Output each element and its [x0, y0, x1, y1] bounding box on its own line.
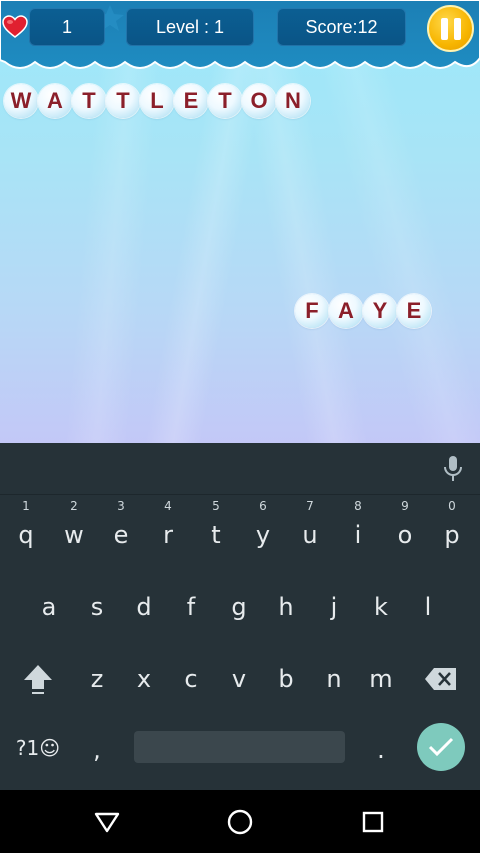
enter-key[interactable]: [417, 723, 465, 771]
key-s[interactable]: s: [77, 593, 117, 621]
back-triangle-icon: [94, 812, 120, 833]
lives-value: 1: [61, 16, 72, 37]
letter-bubble: T: [208, 84, 242, 118]
key-k[interactable]: k: [361, 593, 401, 621]
key-o[interactable]: 9o: [385, 499, 425, 549]
key-p[interactable]: 0p: [432, 499, 472, 549]
key-a[interactable]: a: [29, 593, 69, 621]
android-nav-bar: [0, 790, 480, 853]
letter-bubble: A: [329, 294, 363, 328]
key-j[interactable]: j: [314, 593, 354, 621]
key-m[interactable]: m: [361, 665, 401, 693]
microphone-icon[interactable]: [443, 455, 463, 483]
backspace-icon[interactable]: [424, 667, 458, 691]
key-n[interactable]: n: [314, 665, 354, 693]
pause-button[interactable]: [427, 5, 474, 52]
key-b[interactable]: b: [266, 665, 306, 693]
letter-bubble: L: [140, 84, 174, 118]
key-d[interactable]: d: [124, 593, 164, 621]
falling-word-2: F A Y E: [295, 294, 431, 328]
hud-bar: 1 Level : 1 Score:12: [0, 0, 480, 76]
score-panel: Score:12: [277, 8, 406, 46]
symbols-key[interactable]: ?1☺: [10, 736, 66, 760]
game-area[interactable]: 1 Level : 1 Score:12 W A T T L E T O N F…: [0, 0, 480, 443]
shift-icon[interactable]: [22, 663, 54, 697]
suggestion-strip: [0, 443, 480, 495]
key-c[interactable]: c: [171, 665, 211, 693]
letter-bubble: O: [242, 84, 276, 118]
key-v[interactable]: v: [219, 665, 259, 693]
letter-bubble: W: [4, 84, 38, 118]
comma-key[interactable]: ,: [77, 736, 117, 764]
key-x[interactable]: x: [124, 665, 164, 693]
key-f[interactable]: f: [171, 593, 211, 621]
pause-icon: [440, 17, 448, 40]
heart-icon: [2, 15, 28, 38]
recents-button[interactable]: [357, 806, 389, 838]
letter-bubble: T: [106, 84, 140, 118]
level-label: Level : 1: [155, 16, 225, 37]
check-icon: [428, 737, 454, 757]
key-e[interactable]: 3e: [101, 499, 141, 549]
letter-bubble: Y: [363, 294, 397, 328]
key-r[interactable]: 4r: [148, 499, 188, 549]
key-q[interactable]: 1q: [6, 499, 46, 549]
key-h[interactable]: h: [266, 593, 306, 621]
recents-square-icon: [362, 811, 384, 833]
letter-bubble: T: [72, 84, 106, 118]
lives-counter: 1: [29, 8, 105, 46]
falling-word-1: W A T T L E T O N: [4, 84, 310, 118]
home-button[interactable]: [224, 806, 256, 838]
letter-bubble: E: [397, 294, 431, 328]
key-t[interactable]: 5t: [196, 499, 236, 549]
level-panel: Level : 1: [126, 8, 254, 46]
letter-bubble: A: [38, 84, 72, 118]
space-bar[interactable]: [134, 731, 345, 763]
letter-bubble: N: [276, 84, 310, 118]
key-l[interactable]: l: [408, 593, 448, 621]
key-g[interactable]: g: [219, 593, 259, 621]
key-w[interactable]: 2w: [54, 499, 94, 549]
letter-bubble: F: [295, 294, 329, 328]
soft-keyboard: 1q 2w 3e 4r 5t 6y 7u 8i 9o 0p a s d f g …: [0, 443, 480, 790]
period-key[interactable]: .: [361, 736, 401, 764]
key-i[interactable]: 8i: [338, 499, 378, 549]
home-circle-icon: [227, 809, 253, 835]
letter-bubble: E: [174, 84, 208, 118]
score-label: Score:12: [305, 16, 378, 37]
back-button[interactable]: [91, 806, 123, 838]
key-u[interactable]: 7u: [290, 499, 330, 549]
key-z[interactable]: z: [77, 665, 117, 693]
key-y[interactable]: 6y: [243, 499, 283, 549]
